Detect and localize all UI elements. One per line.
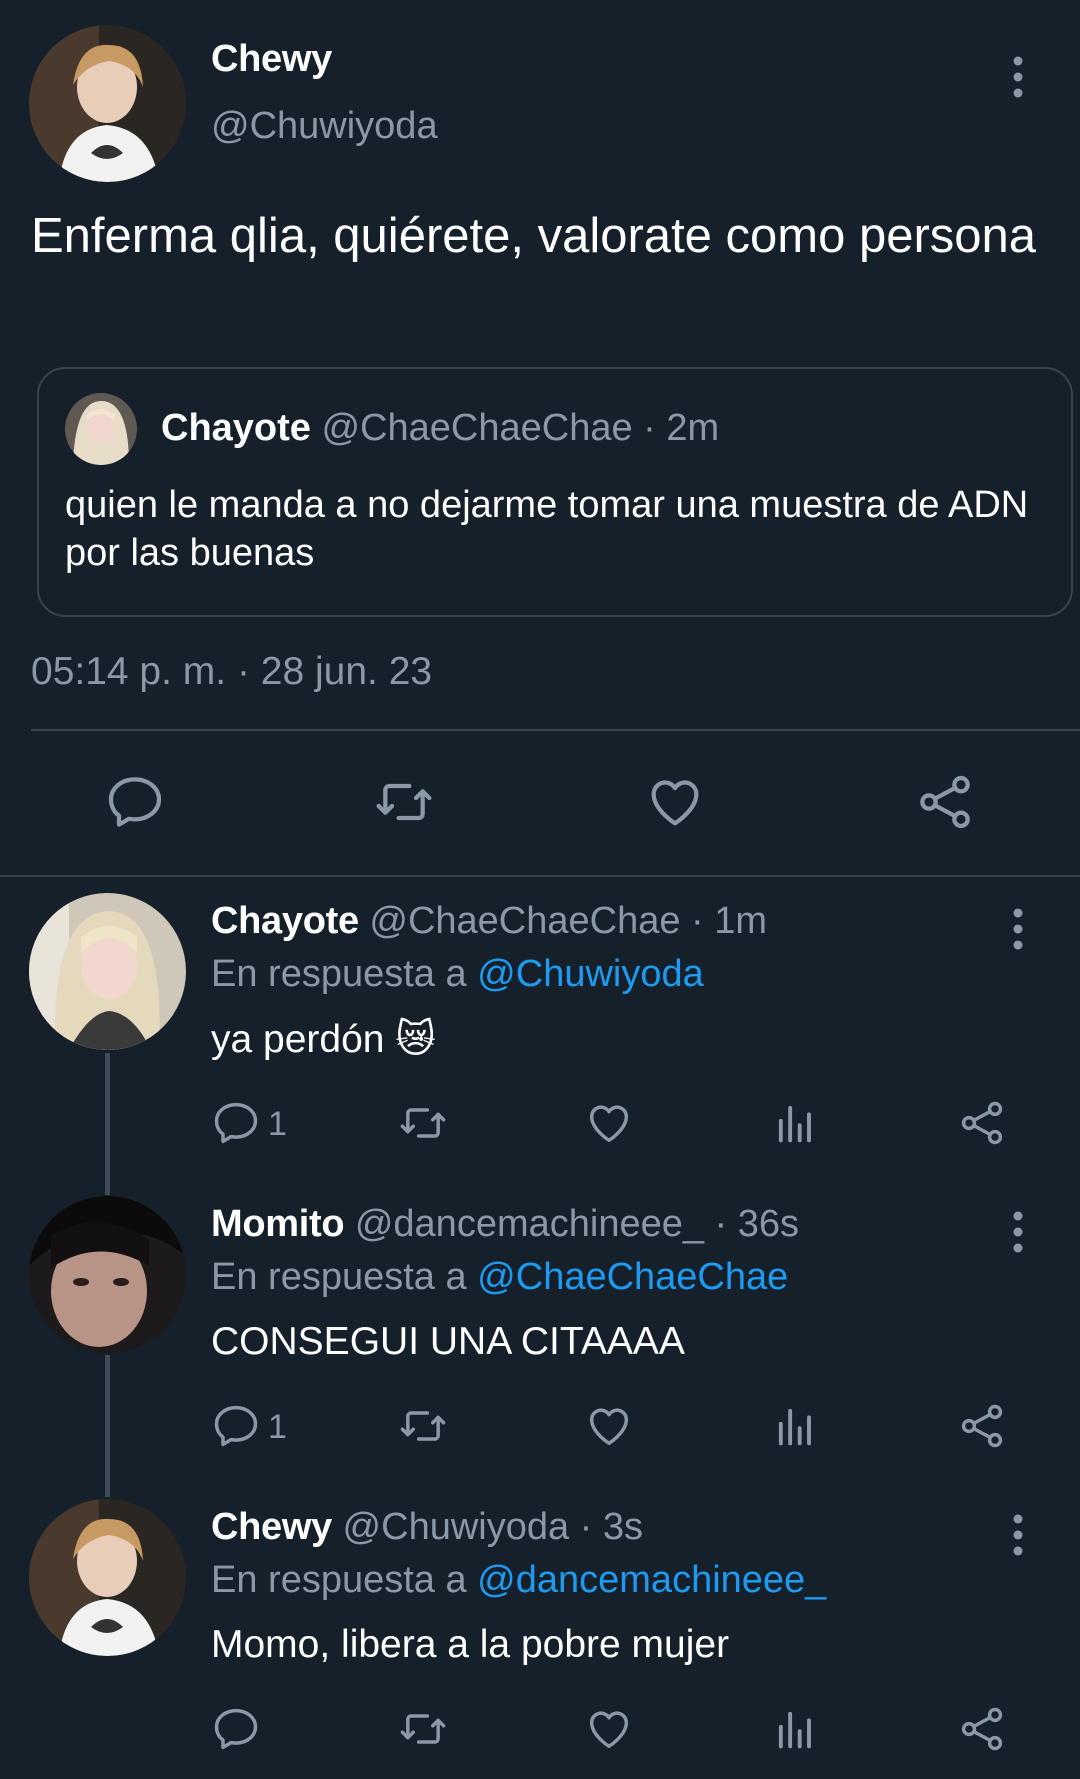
retweet-icon[interactable]: [397, 1400, 449, 1452]
reply-author-meta[interactable]: @Chuwiyoda · 3s: [343, 1506, 643, 1548]
retweet-icon[interactable]: [397, 1097, 449, 1149]
quoted-tweet[interactable]: Chayote @ChaeChaeChae · 2m quien le mand…: [37, 367, 1073, 617]
share-icon[interactable]: [956, 1703, 1008, 1755]
thread-line: [105, 1355, 110, 1497]
section-divider: [0, 875, 1080, 877]
replying-to-prefix: En respuesta a: [211, 1559, 467, 1601]
reply-avatar[interactable]: [29, 1499, 186, 1656]
reply-count: 1: [268, 1408, 287, 1446]
views-icon[interactable]: [770, 1703, 822, 1755]
reply-author-line: Chayote @ChaeChaeChae · 1m: [211, 900, 767, 943]
quoted-author-name: Chayote: [161, 407, 311, 449]
like-icon[interactable]: [643, 770, 707, 834]
reply-author-line: Chewy @Chuwiyoda · 3s: [211, 1506, 643, 1549]
reply-count: 1: [268, 1105, 287, 1143]
reply-author-name[interactable]: Chewy: [211, 1506, 332, 1548]
reply-avatar[interactable]: [29, 893, 186, 1050]
like-icon[interactable]: [583, 1400, 635, 1452]
author-handle[interactable]: @Chuwiyoda: [211, 105, 438, 148]
thread-line: [105, 1053, 110, 1195]
reply-author-name[interactable]: Chayote: [211, 900, 359, 942]
replying-to-prefix: En respuesta a: [211, 1256, 467, 1298]
replying-to-line: En respuesta a @ChaeChaeChae: [211, 1256, 788, 1299]
more-options-icon[interactable]: [1003, 1207, 1033, 1257]
author-name[interactable]: Chewy: [211, 38, 332, 81]
reply-author-meta[interactable]: @dancemachineee_ · 36s: [355, 1203, 799, 1245]
retweet-icon[interactable]: [372, 770, 436, 834]
divider: [31, 729, 1080, 731]
tweet-timestamp[interactable]: 05:14 p. m. · 28 jun. 23: [31, 650, 432, 694]
quoted-text: quien le manda a no dejarme tomar una mu…: [65, 484, 1029, 574]
reply-avatar[interactable]: [29, 1196, 186, 1353]
replying-to-handle[interactable]: @Chuwiyoda: [477, 953, 704, 995]
replying-to-line: En respuesta a @dancemachineee_: [211, 1559, 826, 1602]
quoted-author-line: Chayote @ChaeChaeChae · 2m: [161, 407, 719, 450]
views-icon[interactable]: [770, 1400, 822, 1452]
reply-icon[interactable]: [103, 770, 167, 834]
more-options-icon[interactable]: [1003, 1510, 1033, 1560]
more-options-icon[interactable]: [1003, 52, 1033, 102]
replying-to-line: En respuesta a @Chuwiyoda: [211, 953, 704, 996]
reply-icon[interactable]: [210, 1097, 262, 1149]
like-icon[interactable]: [583, 1703, 635, 1755]
views-icon[interactable]: [770, 1097, 822, 1149]
reply-author-name[interactable]: Momito: [211, 1203, 345, 1245]
replying-to-prefix: En respuesta a: [211, 953, 467, 995]
author-avatar[interactable]: [29, 25, 186, 182]
replying-to-handle[interactable]: @ChaeChaeChae: [477, 1256, 788, 1298]
like-icon[interactable]: [583, 1097, 635, 1149]
share-icon[interactable]: [956, 1400, 1008, 1452]
reply-author-meta[interactable]: @ChaeChaeChae · 1m: [369, 900, 767, 942]
reply-text: ya perdón 😿: [211, 1018, 436, 1061]
tweet-text: Enferma qlia, quiérete, valorate como pe…: [31, 209, 1037, 263]
share-icon[interactable]: [913, 770, 977, 834]
reply-text: CONSEGUI UNA CITAAAA: [211, 1320, 685, 1363]
reply-text: Momo, libera a la pobre mujer: [211, 1623, 730, 1666]
reply-icon[interactable]: [210, 1703, 262, 1755]
reply-author-line: Momito @dancemachineee_ · 36s: [211, 1203, 799, 1246]
quoted-author-avatar: [65, 393, 137, 465]
replying-to-handle[interactable]: @dancemachineee_: [477, 1559, 826, 1601]
reply-icon[interactable]: [210, 1400, 262, 1452]
share-icon[interactable]: [956, 1097, 1008, 1149]
more-options-icon[interactable]: [1003, 904, 1033, 954]
quoted-author-meta: @ChaeChaeChae · 2m: [321, 407, 720, 449]
retweet-icon[interactable]: [397, 1703, 449, 1755]
